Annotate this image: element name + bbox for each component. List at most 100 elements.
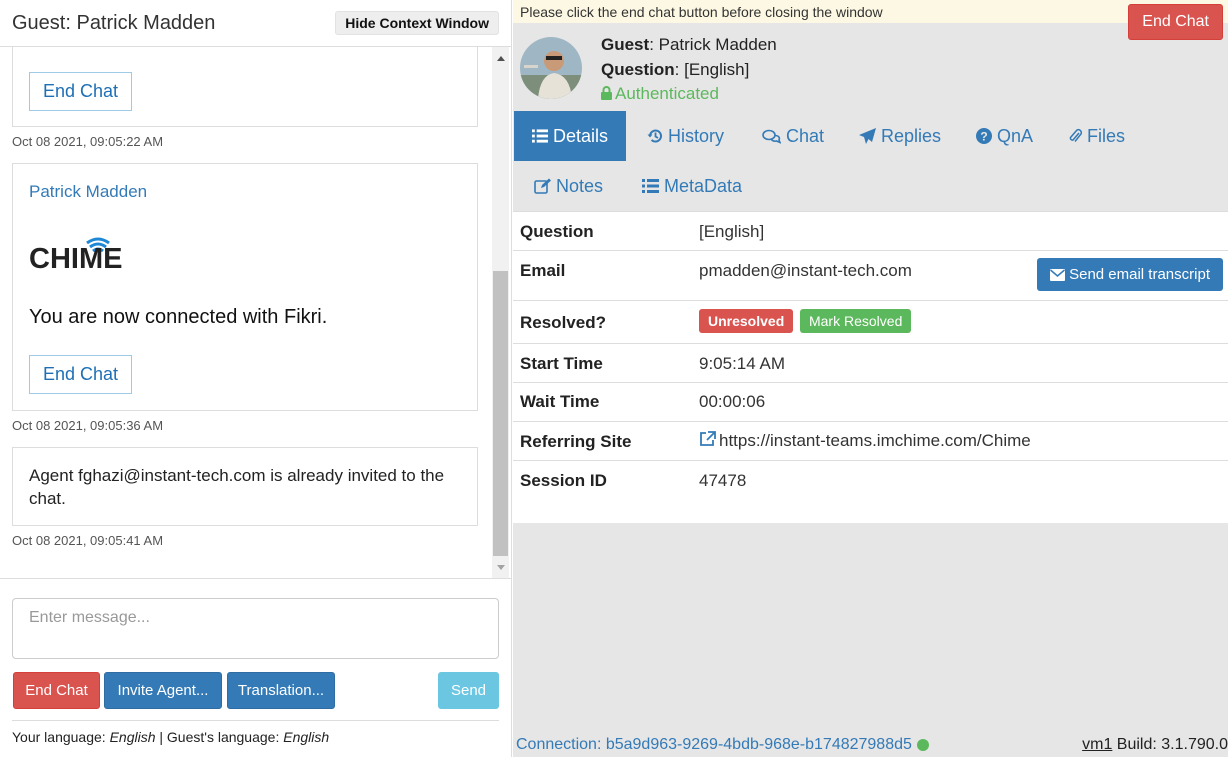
translation-button[interactable]: Translation...: [227, 672, 335, 709]
svg-text:?: ?: [980, 130, 987, 144]
table-row: Session ID 47478: [513, 461, 1228, 500]
send-transcript-label: Send email transcript: [1069, 266, 1210, 283]
row-label: Question: [520, 222, 594, 241]
status-badge: Unresolved: [699, 309, 794, 333]
language-bar: Your language: English | Guest's languag…: [12, 720, 499, 745]
tab-label: Chat: [786, 125, 825, 146]
row-value: 00:00:06: [699, 392, 766, 411]
compose-area: End Chat Invite Agent... Translation... …: [0, 578, 512, 757]
vm-link[interactable]: vm1: [1082, 736, 1112, 753]
message-list[interactable]: End Chat Oct 08 2021, 09:05:22 AM Patric…: [0, 47, 512, 578]
build-info: vm1 Build: 3.1.790.0: [1082, 736, 1228, 754]
guest-language-value: English: [283, 729, 330, 745]
build-version: Build: 3.1.790.0: [1116, 736, 1228, 753]
tab-chat[interactable]: Chat: [744, 111, 842, 161]
end-chat-button[interactable]: End Chat: [13, 672, 100, 709]
table-row: Wait Time 00:00:06: [513, 383, 1228, 422]
edit-icon: [534, 178, 551, 194]
row-label: Start Time: [520, 354, 603, 373]
list-icon: [532, 129, 548, 143]
table-row: Email pmadden@instant-tech.com Send emai…: [513, 251, 1228, 301]
mark-resolved-button[interactable]: Mark Resolved: [799, 309, 912, 333]
question-label: Question: [601, 59, 675, 79]
scroll-up-arrow-icon[interactable]: [497, 56, 505, 61]
avatar: [520, 37, 582, 99]
comments-icon: [762, 129, 781, 144]
tab-metadata[interactable]: MetaData: [624, 161, 760, 211]
tab-label: Replies: [881, 125, 942, 146]
question-value: : [English]: [674, 59, 750, 79]
external-link-icon: [700, 431, 716, 446]
message-timestamp: Oct 08 2021, 09:05:36 AM: [12, 418, 164, 433]
guest-language-label: Guest's language:: [166, 729, 280, 745]
tab-qna[interactable]: ? QnA: [958, 111, 1051, 161]
end-chat-link-button[interactable]: End Chat: [29, 72, 133, 111]
tab-label: QnA: [997, 125, 1034, 146]
message-text: Agent fghazi@instant-tech.com is already…: [29, 466, 445, 508]
message-card: End Chat: [12, 47, 478, 127]
message-timestamp: Oct 08 2021, 09:05:41 AM: [12, 533, 164, 548]
referring-site-link[interactable]: https://instant-teams.imchime.com/Chime: [699, 431, 1031, 451]
chime-logo: CHIME: [29, 232, 129, 276]
message-card: Agent fghazi@instant-tech.com is already…: [12, 447, 478, 526]
end-chat-link-button[interactable]: End Chat: [29, 355, 133, 394]
tab-details[interactable]: Details: [514, 111, 626, 161]
tab-label: History: [668, 125, 725, 146]
invite-agent-button[interactable]: Invite Agent...: [104, 672, 222, 709]
row-value: [English]: [699, 222, 765, 241]
auth-status: Authenticated: [601, 82, 777, 107]
message-text: You are now connected with Fikri.: [29, 306, 328, 328]
history-icon: [647, 129, 662, 143]
row-label: Email: [520, 261, 566, 280]
tab-history[interactable]: History: [629, 111, 742, 161]
connection-id: Connection: b5a9d963-9269-4bdb-968e-b174…: [516, 736, 912, 753]
your-language-label: Your language:: [12, 729, 106, 745]
guest-name: : Patrick Madden: [649, 35, 777, 54]
connection-status: Connection: b5a9d963-9269-4bdb-968e-b174…: [516, 736, 929, 754]
guest-label: Guest: [601, 35, 650, 54]
end-chat-top-button[interactable]: End Chat: [1128, 4, 1223, 40]
link-text: https://instant-teams.imchime.com/Chime: [719, 431, 1031, 450]
status-footer: Connection: b5a9d963-9269-4bdb-968e-b174…: [516, 735, 1228, 757]
close-warning: Please click the end chat button before …: [513, 0, 1228, 23]
row-value: pmadden@instant-tech.com: [699, 261, 912, 280]
chat-title: Guest: Patrick Madden: [12, 11, 216, 34]
envelope-icon: [1050, 268, 1066, 281]
hide-context-button[interactable]: Hide Context Window: [335, 11, 499, 35]
row-value: 9:05:14 AM: [699, 354, 786, 373]
connected-dot-icon: [916, 739, 929, 751]
table-row: Question [English]: [513, 212, 1228, 251]
paperclip-icon: [1069, 128, 1082, 142]
send-button[interactable]: Send: [438, 672, 499, 709]
message-scrollbar[interactable]: [492, 47, 509, 578]
message-input[interactable]: [12, 598, 499, 659]
scroll-thumb[interactable]: [493, 271, 508, 556]
chat-panel: Guest: Patrick Madden Hide Context Windo…: [0, 0, 512, 757]
auth-label: Authenticated: [615, 84, 719, 103]
chime-logo-text: CHIME: [29, 243, 123, 275]
row-value: 47478: [699, 471, 747, 490]
row-label: Wait Time: [520, 392, 600, 411]
message-timestamp: Oct 08 2021, 09:05:22 AM: [12, 134, 164, 149]
row-label: Referring Site: [520, 432, 632, 451]
tab-notes[interactable]: Notes: [516, 161, 621, 211]
list-icon: [642, 179, 659, 193]
scroll-down-arrow-icon[interactable]: [497, 565, 505, 570]
row-label: Resolved?: [520, 313, 606, 332]
tab-label: Files: [1087, 125, 1126, 146]
tab-files[interactable]: Files: [1051, 111, 1143, 161]
context-window: Please click the end chat button before …: [513, 0, 1228, 757]
send-transcript-button[interactable]: Send email transcript: [1037, 258, 1223, 291]
details-table: Question [English] Email pmadden@instant…: [513, 211, 1228, 523]
table-row: Start Time 9:05:14 AM: [513, 344, 1228, 383]
guest-info: Guest: Patrick Madden Question: [English…: [601, 33, 777, 107]
table-row: Referring Site https://instant-teams.imc…: [513, 422, 1228, 461]
lock-icon: [601, 86, 612, 100]
send-icon: [859, 128, 876, 144]
row-label: Session ID: [520, 471, 607, 490]
table-row: Resolved? Unresolved Mark Resolved: [513, 301, 1228, 344]
message-card: Patrick Madden CHIME You are now connect…: [12, 163, 478, 411]
tab-replies[interactable]: Replies: [841, 111, 959, 161]
tab-label: MetaData: [664, 175, 743, 196]
question-circle-icon: ?: [976, 128, 992, 144]
